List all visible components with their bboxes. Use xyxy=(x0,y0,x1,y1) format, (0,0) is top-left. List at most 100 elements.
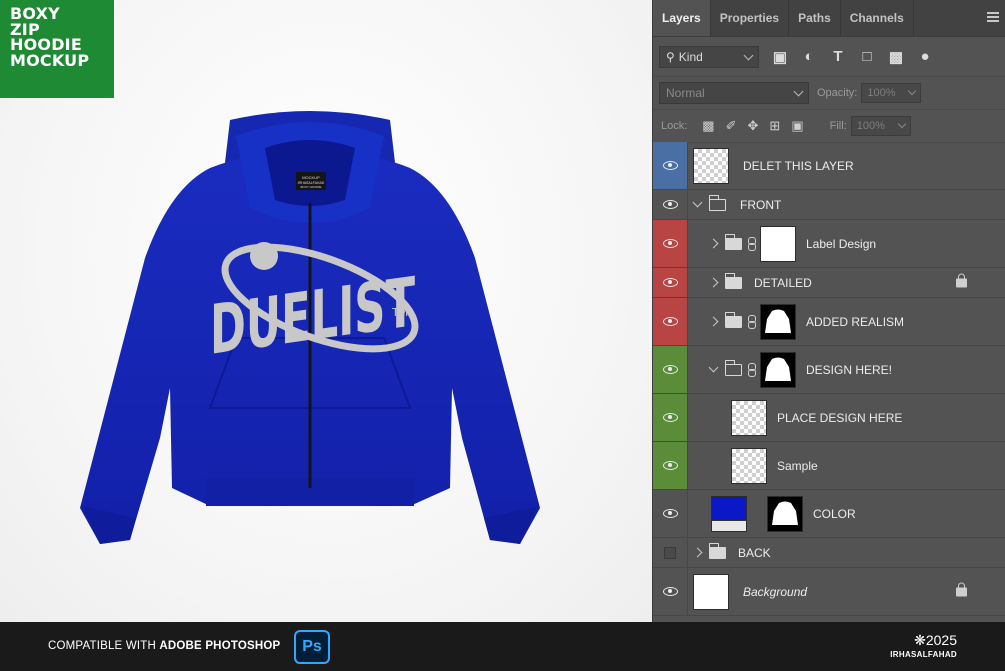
link-icon xyxy=(748,236,756,251)
panel-tabbar: Layers Properties Paths Channels xyxy=(653,0,1005,37)
expand-chevron-icon[interactable] xyxy=(692,547,703,558)
link-icon xyxy=(748,314,756,329)
visibility-toggle[interactable] xyxy=(653,394,688,441)
expand-chevron-icon[interactable] xyxy=(692,197,703,208)
folder-icon xyxy=(724,359,742,376)
opacity-value: 100% xyxy=(867,87,896,99)
folder-icon xyxy=(708,542,726,559)
layers-panel: Layers Properties Paths Channels ⚲ Kind … xyxy=(652,0,1005,622)
lock-transparent-icon[interactable]: ▩ xyxy=(702,118,714,134)
visibility-toggle[interactable] xyxy=(653,568,688,615)
layer-row[interactable]: PLACE DESIGN HERE xyxy=(653,394,1005,442)
opacity-field[interactable]: 100% xyxy=(861,83,922,103)
badge-line: MOCKUP xyxy=(10,50,90,70)
eye-icon xyxy=(662,413,678,422)
layer-name: Label Design xyxy=(806,236,877,251)
folder-icon xyxy=(708,194,726,211)
layer-row[interactable]: DETAILED xyxy=(653,268,1005,298)
blend-mode-value: Normal xyxy=(666,86,705,100)
folder-icon xyxy=(724,311,742,328)
tab-properties[interactable]: Properties xyxy=(711,0,790,36)
year-text: ❋2025 xyxy=(914,632,957,648)
document-canvas[interactable]: BOXY ZIP HOODIE MOCKUP MOCKUP IRHASALFAH… xyxy=(0,0,652,622)
visibility-toggle[interactable] xyxy=(653,298,688,345)
layer-row[interactable]: Label Design xyxy=(653,220,1005,268)
pixel-filter-icon[interactable]: ▣ xyxy=(772,49,788,66)
eye-icon xyxy=(662,317,678,326)
shape-filter-icon[interactable]: □ xyxy=(859,48,875,65)
neck-label-line: BOXY HOODIE xyxy=(301,185,322,189)
eye-icon xyxy=(662,365,678,374)
layer-name: PLACE DESIGN HERE xyxy=(777,410,903,425)
search-icon: ⚲ xyxy=(666,49,675,64)
layer-row[interactable]: DESIGN HERE! xyxy=(653,346,1005,394)
mask-thumbnail xyxy=(760,303,796,340)
layer-name: BACK xyxy=(738,545,771,560)
visibility-toggle[interactable] xyxy=(653,538,688,567)
layer-row[interactable]: DELET THIS LAYER xyxy=(653,142,1005,190)
mask-thumbnail xyxy=(767,495,803,532)
lock-position-move-icon[interactable]: ✥ xyxy=(748,118,759,134)
folder-icon xyxy=(724,272,742,289)
layer-row[interactable]: COLOR xyxy=(653,490,1005,538)
type-filter-icon[interactable]: T xyxy=(830,48,846,65)
tab-channels[interactable]: Channels xyxy=(841,0,914,36)
layer-row[interactable]: Sample xyxy=(653,442,1005,490)
visibility-toggle[interactable] xyxy=(653,346,688,393)
fill-label: Fill: xyxy=(829,120,847,132)
adjustment-filter-icon[interactable]: ◐ xyxy=(801,48,817,65)
fill-field[interactable]: 100% xyxy=(850,116,911,136)
layer-row[interactable]: BACK xyxy=(653,538,1005,568)
fill-value: 100% xyxy=(856,120,885,132)
tab-layers[interactable]: Layers xyxy=(653,0,711,36)
layer-thumbnail xyxy=(731,399,767,436)
title-badge: BOXY ZIP HOODIE MOCKUP xyxy=(0,0,114,98)
print-trademark: TM xyxy=(391,306,408,319)
layer-row[interactable]: FRONT xyxy=(653,190,1005,220)
filter-toggle-icon[interactable]: ● xyxy=(917,48,933,65)
panel-menu-icon[interactable] xyxy=(987,12,999,24)
visibility-toggle[interactable] xyxy=(653,442,688,489)
fill-adjustment-thumbnail xyxy=(711,495,747,532)
visibility-toggle[interactable] xyxy=(653,190,688,219)
layer-row[interactable]: Background xyxy=(653,568,1005,616)
lock-artboard-crop-icon[interactable]: ⊞ xyxy=(769,118,780,134)
eye-icon xyxy=(662,461,678,470)
link-icon xyxy=(748,362,756,377)
lock-image-brush-icon[interactable]: ✐ xyxy=(726,118,737,134)
visibility-toggle[interactable] xyxy=(653,220,688,267)
blend-mode-select[interactable]: Normal xyxy=(659,82,809,104)
eye-icon xyxy=(662,509,678,518)
layer-thumbnail xyxy=(731,447,767,484)
layer-thumbnail xyxy=(693,573,729,610)
compatibility-text: COMPATIBLE WITH ADOBE PHOTOSHOP xyxy=(48,640,280,652)
expand-chevron-icon[interactable] xyxy=(708,362,719,373)
layer-name: COLOR xyxy=(813,506,856,521)
layer-name: ADDED REALISM xyxy=(806,314,905,329)
smart-object-filter-icon[interactable]: ▩ xyxy=(888,49,904,66)
blend-row: Normal Opacity: 100% xyxy=(653,77,1005,110)
filter-row: ⚲ Kind ▣ ◐ T □ ▩ ● xyxy=(653,37,1005,77)
mask-thumbnail xyxy=(760,225,796,262)
lock-icon xyxy=(956,582,967,596)
visibility-toggle[interactable] xyxy=(653,268,688,297)
eye-icon xyxy=(662,278,678,287)
eye-icon xyxy=(662,200,678,209)
eye-icon xyxy=(662,587,678,596)
layer-name: Background xyxy=(743,584,808,599)
visibility-toggle[interactable] xyxy=(653,490,688,537)
expand-chevron-icon[interactable] xyxy=(708,316,719,327)
expand-chevron-icon[interactable] xyxy=(708,277,719,288)
layer-name: DELET THIS LAYER xyxy=(743,158,854,173)
hoodie-mockup: MOCKUP IRHASALFAHAD BOXY HOODIE DUELIST … xyxy=(80,111,540,544)
layer-name: DETAILED xyxy=(754,275,812,290)
filter-kind-select[interactable]: ⚲ Kind xyxy=(659,45,759,68)
footer-bar: COMPATIBLE WITH ADOBE PHOTOSHOP Ps ❋2025… xyxy=(0,622,1005,671)
layer-row[interactable]: ADDED REALISM xyxy=(653,298,1005,346)
visibility-toggle[interactable] xyxy=(653,142,688,189)
expand-chevron-icon[interactable] xyxy=(708,238,719,249)
tab-paths[interactable]: Paths xyxy=(789,0,841,36)
layer-thumbnail xyxy=(693,147,729,184)
lock-all-icon[interactable]: ▣ xyxy=(791,118,803,134)
mask-thumbnail xyxy=(760,351,796,388)
